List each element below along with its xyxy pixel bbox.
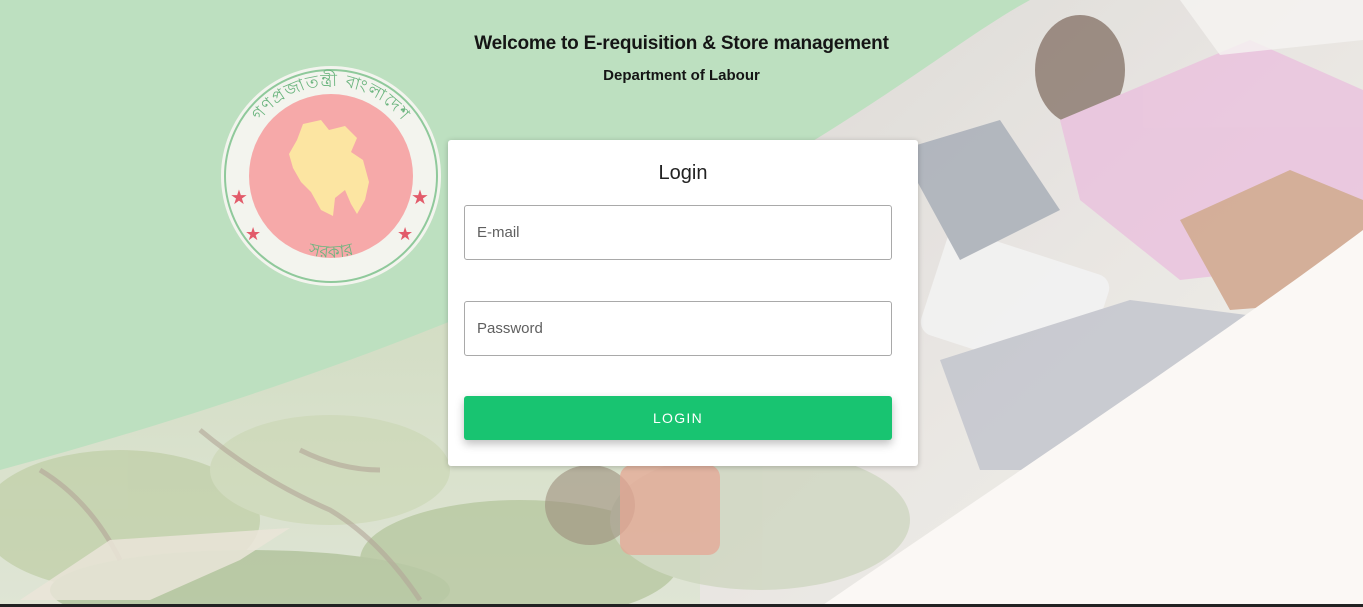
login-title: Login [658,162,708,184]
bangladesh-government-seal: ★ ★ ★ ★ গণপ্রজাতন্ত্রী বাংলাদেশ সরকার [221,66,441,286]
email-field[interactable] [464,205,892,260]
svg-text:সরকার: সরকার [306,239,356,263]
email-input[interactable] [465,206,891,259]
login-button[interactable]: LOGIN [464,396,892,440]
password-input[interactable] [465,302,891,355]
svg-text:★: ★ [245,224,261,245]
password-field[interactable] [464,301,892,356]
svg-text:★: ★ [397,224,413,245]
login-card: Login LOGIN [448,140,918,466]
page-header: Welcome to E-requisition & Store managem… [0,31,1363,86]
page-subtitle: Department of Labour [603,67,760,84]
page-title: Welcome to E-requisition & Store managem… [474,33,889,54]
svg-text:★: ★ [230,185,248,209]
svg-text:★: ★ [411,185,429,209]
